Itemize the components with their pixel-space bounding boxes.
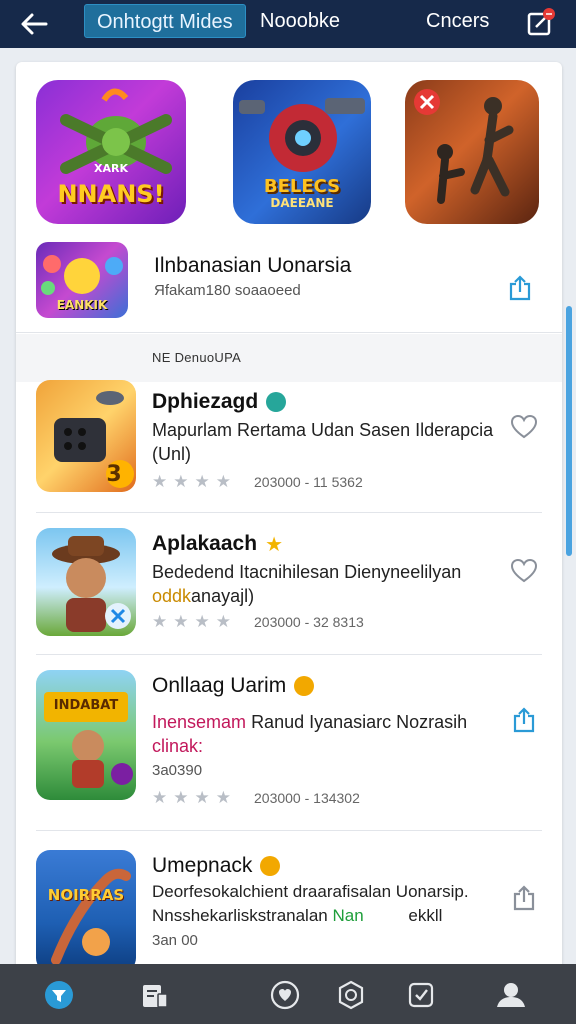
user-icon: [497, 983, 525, 1007]
featured-game-3[interactable]: [405, 80, 539, 224]
promoted-game-icon-label: EANKIK: [56, 298, 108, 312]
item-2-desc-highlight: oddk: [152, 586, 192, 606]
star-rating: ★★★★: [152, 788, 237, 807]
back-button[interactable]: [18, 8, 50, 40]
item-1-icon-label: 3: [106, 462, 122, 487]
sun-icon: [294, 676, 315, 697]
item-2-meta: 203000 - 32 8313: [254, 614, 364, 630]
divider: [16, 332, 562, 333]
featured-game-2-title: BELECS: [263, 176, 341, 197]
item-2-icon[interactable]: [36, 528, 136, 636]
item-1-title[interactable]: Dphiezagd: [152, 390, 287, 414]
nav-filter[interactable]: [42, 978, 76, 1012]
promoted-game-icon[interactable]: EANKIK: [36, 242, 128, 318]
item-3-desc-part2: Ranud Iyanasiarc Nozrasih: [251, 712, 468, 732]
featured-game-1[interactable]: NNANS! XARK: [36, 80, 186, 224]
item-4-desc-part1: Deorfesokalchient draarafisalan Uonarsip…: [152, 882, 469, 901]
verified-icon: [266, 392, 287, 413]
item-3-description: Inensemam Ranud Iyanasiarc Nozrasih clin…: [152, 710, 522, 758]
item-4-icon-label: NOIRRAS: [47, 886, 125, 904]
share-icon: [513, 885, 535, 911]
item-2-title[interactable]: Aplakaach ★: [152, 532, 283, 557]
compose-button[interactable]: [526, 6, 556, 38]
nav-check-shield[interactable]: [404, 978, 438, 1012]
heart-icon: [510, 414, 538, 439]
compose-icon: [527, 8, 555, 36]
share-button[interactable]: [506, 274, 534, 302]
divider: [36, 654, 542, 655]
item-4-extra: 3an 00: [152, 932, 198, 949]
featured-game-2-sub: DAEEANE: [270, 196, 334, 210]
nav-profile[interactable]: [494, 978, 528, 1012]
item-3-icon[interactable]: INDABAT: [36, 670, 136, 800]
star-rating: ★★★★: [152, 612, 237, 631]
featured-game-1-title: NNANS!: [57, 180, 165, 208]
item-2-title-text: Aplakaach: [152, 532, 258, 556]
promoted-subtitle: Яfakam180 soaaoeed: [154, 282, 301, 299]
cowboy-character-icon: [52, 536, 131, 632]
section-header: [16, 334, 562, 382]
star-icon: ★: [265, 534, 283, 556]
item-1-title-text: Dphiezagd: [152, 390, 259, 413]
bottom-navigation: [0, 964, 576, 1024]
item-3-extra: 3a0390: [152, 762, 203, 779]
item-3-title[interactable]: Onllaag Uarim: [152, 674, 315, 698]
sun-icon: [260, 856, 281, 877]
dragon-icon: [51, 868, 131, 965]
check-shield-icon: [408, 982, 434, 1008]
featured-game-2[interactable]: BELECS DAEEANE: [233, 80, 371, 224]
item-2-desc-part1: Bededend Itacnihilesan Dienyneelilyan: [152, 562, 462, 582]
shield-heart-icon: [270, 980, 300, 1010]
item-3-desc-highlight-2: clinak:: [152, 736, 204, 756]
item-2-description: Bededend Itacnihilesan Dienyneelilyan od…: [152, 560, 512, 608]
item-4-description: Deorfesokalchient draarafisalan Uonarsip…: [152, 880, 532, 928]
share-icon: [509, 275, 531, 301]
item-1-description: Mapurlam Rertama Udan Sasen Ilderapcia (…: [152, 420, 494, 464]
divider: [36, 512, 542, 513]
nav-shield-heart[interactable]: [268, 978, 302, 1012]
share-button[interactable]: [510, 706, 538, 734]
adventure-character-icon: [44, 692, 133, 788]
top-bar: Onhtogtt Mides Nooobke Cncers: [0, 0, 576, 48]
item-3-icon-label: INDABAT: [53, 698, 119, 713]
item-4-icon[interactable]: NOIRRAS: [36, 850, 136, 972]
tab-nooobke[interactable]: Nooobke: [248, 4, 352, 38]
item-3-title-text: Onllaag Uarim: [152, 674, 287, 697]
item-3-meta: 203000 - 134302: [254, 790, 360, 806]
item-2-desc-part3: anayajl): [191, 586, 255, 606]
soldier-icon: [414, 89, 514, 204]
tab-cncers[interactable]: Cncers: [414, 4, 501, 38]
filter-icon: [45, 981, 73, 1009]
nav-badge[interactable]: [334, 978, 368, 1012]
item-4-title-text: Umepnack: [152, 854, 253, 877]
nav-device[interactable]: [138, 978, 172, 1012]
app-list-card: NNANS! XARK BELECS DAEEANE EANKIK Ilnban…: [16, 62, 562, 972]
badge-icon: [338, 980, 364, 1010]
share-icon: [513, 707, 535, 733]
section-label: NE DenuoUPA: [152, 350, 242, 365]
item-3-desc-highlight: Inensemam: [152, 712, 247, 732]
tab-onhtogtt-mides[interactable]: Onhtogtt Mides: [84, 4, 246, 38]
arrow-left-icon: [21, 13, 48, 35]
featured-game-1-sub: XARK: [94, 162, 128, 175]
promoted-title[interactable]: Ilnbanasian Uonarsia: [154, 254, 351, 278]
item-4-desc-part2: Nnsshekarliskstranalan: [152, 906, 328, 925]
item-4-desc-part4: ekkll: [408, 906, 443, 925]
item-4-title[interactable]: Umepnack: [152, 854, 281, 878]
item-1-icon[interactable]: 3: [36, 380, 136, 492]
share-button[interactable]: [510, 884, 538, 912]
item-1-meta: 203000 - 11 5362: [254, 474, 363, 490]
favorite-button[interactable]: [510, 414, 538, 440]
device-icon: [143, 985, 168, 1008]
divider: [36, 830, 542, 831]
heart-icon: [510, 558, 538, 583]
scrollbar[interactable]: [566, 306, 572, 556]
favorite-button[interactable]: [510, 558, 538, 584]
star-rating: ★★★★: [152, 472, 237, 491]
item-4-desc-highlight: Nan: [332, 906, 364, 925]
